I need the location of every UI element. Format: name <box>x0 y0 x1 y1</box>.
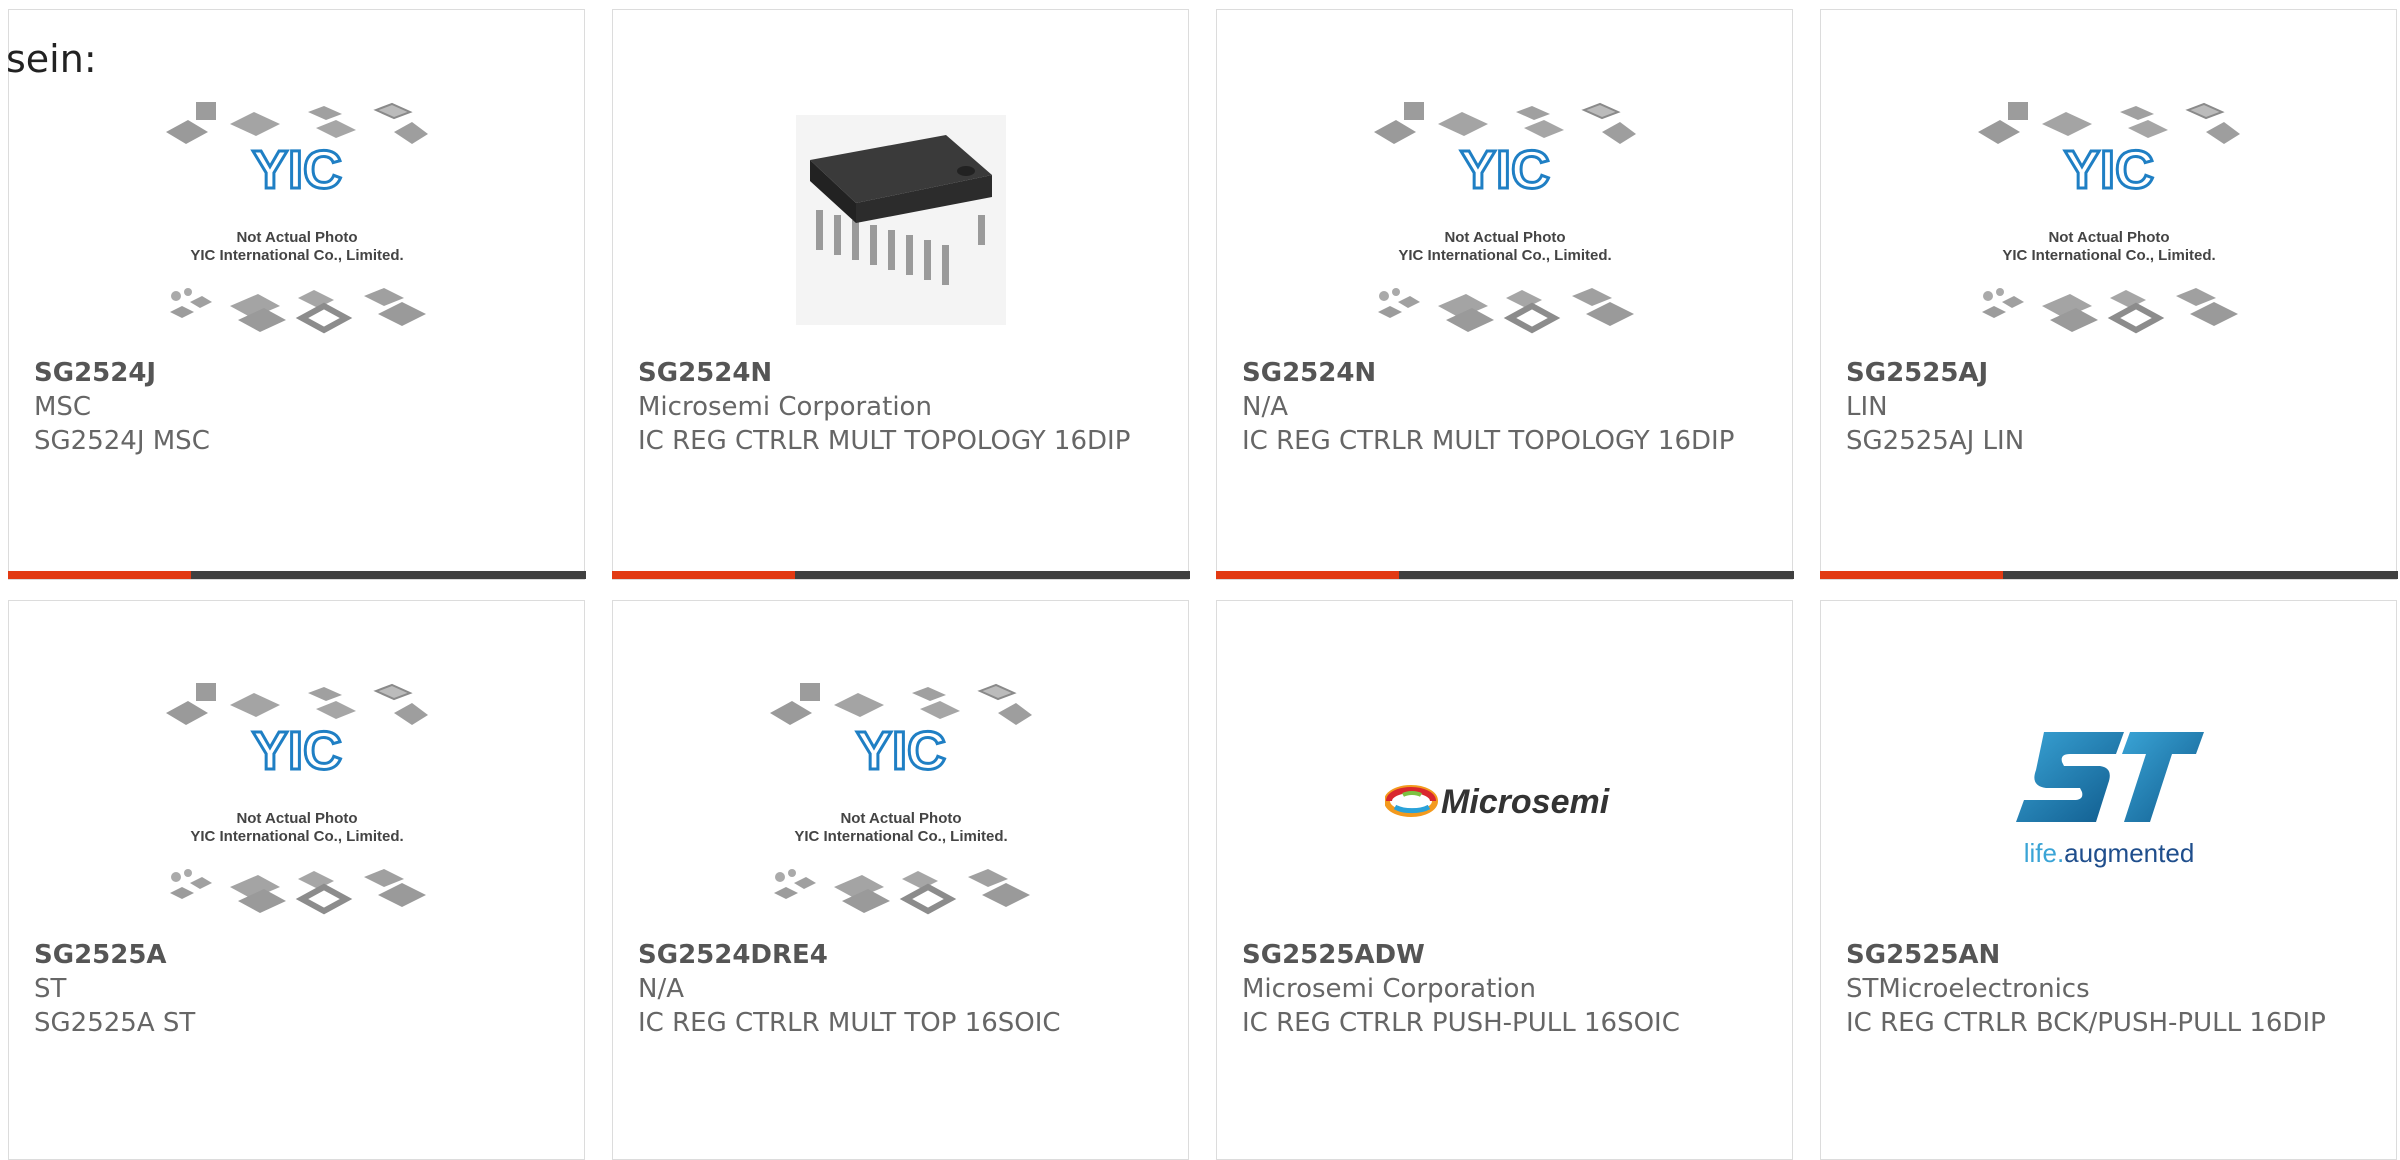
placeholder-caption-line1: Not Actual Photo <box>2048 229 2169 246</box>
part-number[interactable]: SG2524N <box>1242 356 1772 390</box>
yic-logo: YIC <box>251 140 341 200</box>
placeholder-caption-line1: Not Actual Photo <box>1444 229 1565 246</box>
description: SG2525A ST <box>34 1008 196 1038</box>
placeholder-image: YIC Not Actual Photo YIC International C… <box>164 682 429 921</box>
microsemi-logo: Microsemi <box>1384 783 1611 821</box>
yic-logo: YIC <box>251 721 341 781</box>
description: IC REG CTRLR BCK/PUSH-PULL 16DIP <box>1846 1008 2326 1038</box>
placeholder-caption-line2: YIC International Co., Limited. <box>2002 247 2215 264</box>
yic-logo: YIC <box>855 721 945 781</box>
card-accent-bar <box>1215 571 1794 579</box>
manufacturer: N/A <box>1242 392 1288 422</box>
product-image[interactable]: Microsemi <box>1217 671 1792 931</box>
product-card[interactable]: YIC Not Actual Photo YIC International C… <box>1215 9 1794 580</box>
description: IC REG CTRLR MULT TOPOLOGY 16DIP <box>638 426 1131 456</box>
description: IC REG CTRLR MULT TOP 16SOIC <box>638 1008 1061 1038</box>
product-card[interactable]: YIC Not Actual Photo YIC International C… <box>7 9 586 580</box>
product-card[interactable]: YIC Not Actual Photo YIC International C… <box>8 600 585 1160</box>
description: SG2524J MSC <box>34 426 210 456</box>
manufacturer: STMicroelectronics <box>1846 974 2090 1004</box>
placeholder-caption-line1: Not Actual Photo <box>236 810 357 827</box>
manufacturer: MSC <box>34 392 92 422</box>
product-image[interactable]: life.augmented <box>1821 671 2396 931</box>
product-card[interactable]: SG2524N Microsemi Corporation IC REG CTR… <box>611 9 1190 580</box>
card-accent-bar <box>1819 571 2398 579</box>
yic-logo: YIC <box>1459 140 1549 200</box>
part-number[interactable]: SG2525A <box>34 938 564 972</box>
placeholder-caption-line2: YIC International Co., Limited. <box>190 828 403 845</box>
placeholder-caption-line2: YIC International Co., Limited. <box>794 828 1007 845</box>
part-number[interactable]: SG2524DRE4 <box>638 938 1168 972</box>
placeholder-caption-line2: YIC International Co., Limited. <box>190 247 403 264</box>
placeholder-image: YIC Not Actual Photo YIC International C… <box>1372 101 1637 340</box>
product-image[interactable]: YIC Not Actual Photo YIC International C… <box>9 671 584 931</box>
manufacturer: LIN <box>1846 392 1888 422</box>
card-accent-bar <box>611 571 1190 579</box>
placeholder-image: YIC Not Actual Photo YIC International C… <box>1976 101 2241 340</box>
manufacturer: Microsemi Corporation <box>638 392 932 422</box>
product-image[interactable]: YIC Not Actual Photo YIC International C… <box>1821 90 2396 350</box>
manufacturer: N/A <box>638 974 684 1004</box>
description: SG2525AJ LIN <box>1846 426 2025 456</box>
microsemi-wordmark: Microsemi <box>1441 783 1611 821</box>
product-image[interactable] <box>613 90 1188 350</box>
product-image[interactable]: YIC Not Actual Photo YIC International C… <box>1217 90 1792 350</box>
st-logo: life.augmented <box>2015 732 2204 868</box>
part-number[interactable]: SG2525ADW <box>1242 938 1772 972</box>
yic-logo: YIC <box>2063 140 2153 200</box>
product-card[interactable]: Microsemi SG2525ADW Microsemi Corporatio… <box>1216 600 1793 1160</box>
description: IC REG CTRLR MULT TOPOLOGY 16DIP <box>1242 426 1735 456</box>
st-tagline: life.augmented <box>2023 838 2194 868</box>
part-number[interactable]: SG2525AJ <box>1846 356 2376 390</box>
card-accent-bar <box>7 571 586 579</box>
product-image[interactable]: YIC Not Actual Photo YIC International C… <box>9 90 584 350</box>
placeholder-caption-line1: Not Actual Photo <box>236 229 357 246</box>
dip-chip-image <box>795 115 1006 325</box>
product-image[interactable]: YIC Not Actual Photo YIC International C… <box>613 671 1188 931</box>
placeholder-caption-line2: YIC International Co., Limited. <box>1398 247 1611 264</box>
part-number[interactable]: SG2525AN <box>1846 938 2376 972</box>
description: IC REG CTRLR PUSH-PULL 16SOIC <box>1242 1008 1680 1038</box>
placeholder-image: YIC Not Actual Photo YIC International C… <box>768 682 1033 921</box>
part-number[interactable]: SG2524N <box>638 356 1168 390</box>
manufacturer: ST <box>34 974 67 1004</box>
product-card[interactable]: YIC Not Actual Photo YIC International C… <box>1819 9 2398 580</box>
part-number[interactable]: SG2524J <box>34 356 564 390</box>
placeholder-caption-line1: Not Actual Photo <box>840 810 961 827</box>
manufacturer: Microsemi Corporation <box>1242 974 1536 1004</box>
product-card[interactable]: YIC Not Actual Photo YIC International C… <box>612 600 1189 1160</box>
placeholder-image: YIC Not Actual Photo YIC International C… <box>164 101 429 340</box>
lead-text: sein: <box>6 37 97 81</box>
product-card[interactable]: life.augmented SG2525AN STMicroelectroni… <box>1820 600 2397 1160</box>
